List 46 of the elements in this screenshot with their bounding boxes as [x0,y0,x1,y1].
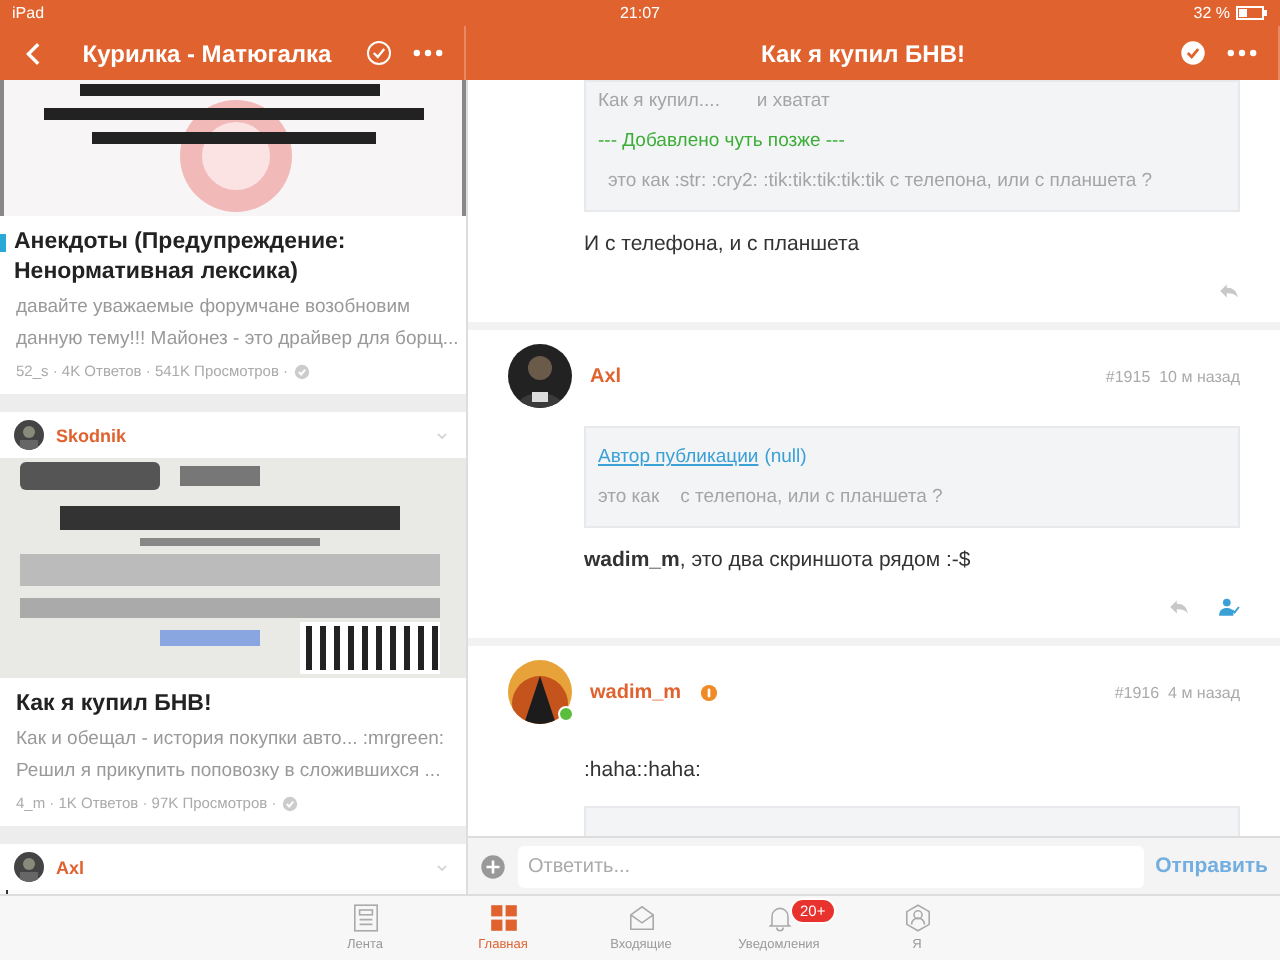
post-meta: #1916 4 м назад [1114,683,1240,701]
avatar [14,420,44,450]
author-name: Skodnik [56,425,129,445]
quote-text: это как с телепона, или с планшета ? [598,486,945,508]
more-icon[interactable] [412,48,444,58]
send-button[interactable]: Отправить [1155,854,1268,878]
author-link[interactable]: Автор публикации [598,446,759,468]
topic-title: Как я купил БНВ! [16,690,212,720]
post-text: И с телефона, и с планшета [584,232,862,256]
battery-percent: 32 % [1193,4,1230,22]
device-name: iPad [12,4,45,22]
feed-icon [349,902,381,934]
user-check-icon[interactable] [1218,596,1240,618]
topic-title: Как я купил БНВ! [758,39,968,67]
author-name[interactable]: wadim_m [590,681,682,703]
topic-card[interactable]: Axl [0,844,466,894]
clock: 21:07 [619,4,661,22]
quote-text: это как :str: :cry2: :tik:tik:tik:tik:tik с телепона, или с планшета ? [606,170,1155,192]
topic-title: Анекдоты (Предупреждение: Ненормативная лексика) [14,228,348,288]
inbox-icon [625,902,657,934]
post-text: :haha::haha: [584,758,703,782]
bell-icon [763,902,795,934]
profile-icon [901,902,933,934]
reply-icon[interactable] [1218,280,1240,302]
reply-icon[interactable] [1168,596,1190,618]
user-avatar [508,344,572,408]
post-text: wadim_m, это два скриншота рядом :-$ [584,548,973,572]
added-later-note: --- Добавлено чуть позже --- [598,130,847,152]
author-name[interactable]: Axl [590,365,622,387]
battery-icon [1236,6,1268,20]
grid-icon [487,902,519,934]
avatar [14,852,44,882]
check-icon [294,363,311,379]
check-icon [282,795,299,811]
add-icon[interactable] [480,853,506,879]
topic-excerpt: Как и обещал - история покупки авто... :mrgreen: [16,726,447,752]
author-name: Axl [56,857,87,877]
post-meta: #1915 10 м назад [1105,367,1240,385]
quote-source: (null) [764,446,807,468]
topic-excerpt: давайте уважаемые форумчане возобновим [16,294,413,320]
topic-excerpt: Решил я прикупить поповозку в сложившихся ... [16,758,443,784]
user-avatar [508,660,572,724]
more-icon[interactable] [1226,48,1258,58]
quote-text: Как я купил.... и хватат [598,90,832,112]
reply-field[interactable]: Ответить... [518,845,1144,887]
forum-title: Курилка - Матюгалка [80,39,334,67]
